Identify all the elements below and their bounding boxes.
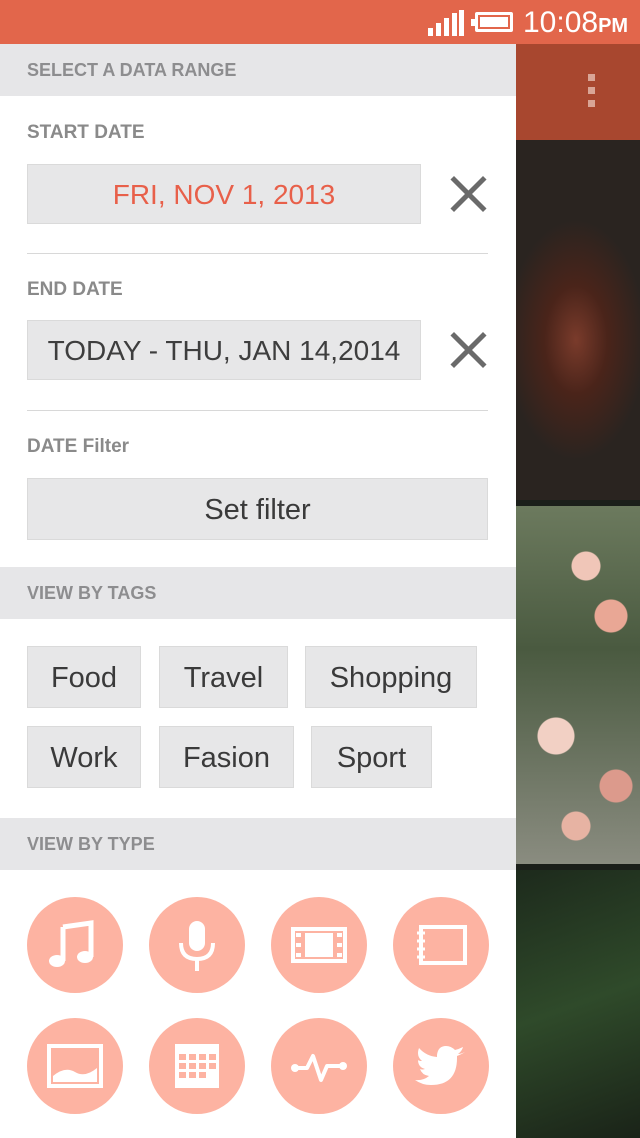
status-bar: 10:08PM <box>0 0 640 44</box>
type-calendar-button[interactable] <box>149 1018 245 1114</box>
video-icon <box>291 927 347 963</box>
clear-end-date-icon[interactable] <box>449 331 487 369</box>
type-music-button[interactable] <box>27 897 123 993</box>
tags-header: VIEW BY TAGS <box>0 567 516 619</box>
end-date-label: END DATE <box>27 279 123 300</box>
tag-food[interactable]: Food <box>27 646 141 708</box>
type-voice-button[interactable] <box>149 897 245 993</box>
tag-travel[interactable]: Travel <box>159 646 288 708</box>
clock: 10:08PM <box>523 6 629 39</box>
tag-fasion[interactable]: Fasion <box>159 726 294 788</box>
microphone-icon <box>179 921 215 971</box>
type-photo-button[interactable] <box>27 1018 123 1114</box>
type-video-button[interactable] <box>271 897 367 993</box>
start-date-label: START DATE <box>27 122 145 143</box>
set-filter-button[interactable]: Set filter <box>27 478 488 540</box>
type-twitter-button[interactable] <box>393 1018 489 1114</box>
picture-icon <box>47 1044 103 1088</box>
tag-work[interactable]: Work <box>27 726 141 788</box>
divider <box>27 253 488 254</box>
photo-thumbnail[interactable] <box>516 506 640 864</box>
calendar-icon <box>175 1044 219 1088</box>
music-icon <box>49 920 94 967</box>
signal-icon <box>428 10 464 36</box>
background-app <box>516 44 640 1138</box>
type-header: VIEW BY TYPE <box>0 818 516 870</box>
battery-icon <box>471 12 513 32</box>
activity-icon <box>291 1054 347 1082</box>
date-filter-label: DATE Filter <box>27 436 130 457</box>
photo-thumbnail[interactable] <box>516 140 640 500</box>
type-activity-button[interactable] <box>271 1018 367 1114</box>
background-action-bar <box>516 44 640 140</box>
end-date-field[interactable]: TODAY - THU, JAN 14,2014 <box>27 320 421 380</box>
photo-thumbnail[interactable] <box>516 870 640 1138</box>
tag-shopping[interactable]: Shopping <box>305 646 477 708</box>
type-notes-button[interactable] <box>393 897 489 993</box>
filter-drawer: SELECT A DATA RANGE START DATE FRI, NOV … <box>0 44 516 1138</box>
notebook-icon <box>417 925 467 965</box>
clear-start-date-icon[interactable] <box>449 175 487 213</box>
divider <box>27 410 488 411</box>
start-date-field[interactable]: FRI, NOV 1, 2013 <box>27 164 421 224</box>
twitter-icon <box>415 1046 465 1085</box>
date-range-header: SELECT A DATA RANGE <box>0 44 516 96</box>
overflow-menu-icon[interactable] <box>588 74 598 114</box>
tag-sport[interactable]: Sport <box>311 726 432 788</box>
